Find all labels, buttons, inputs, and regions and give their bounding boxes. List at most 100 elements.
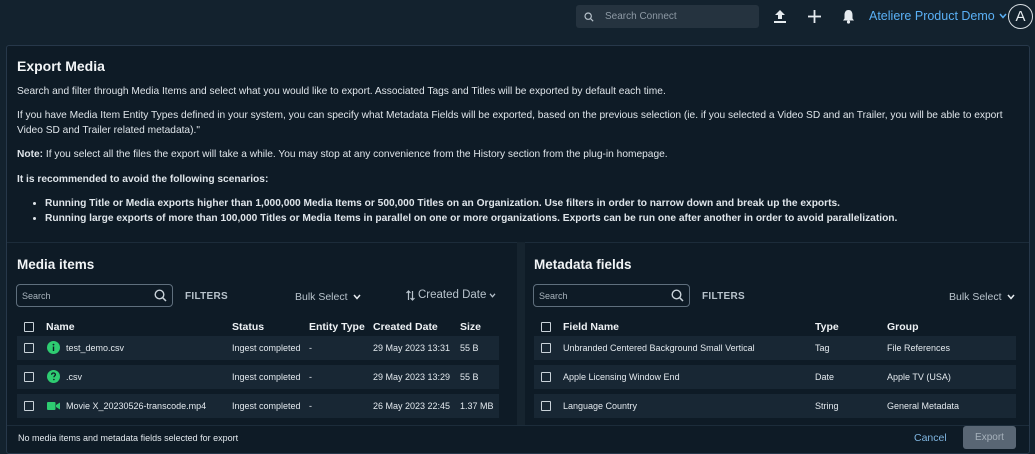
media-entity-type: -	[309, 401, 312, 411]
media-status: Ingest completed	[232, 372, 301, 382]
metadata-search-input[interactable]: Search	[533, 284, 690, 307]
global-search-input[interactable]: Search Connect	[576, 5, 759, 28]
top-bar: Search Connect Ateliere Product Demo A	[0, 0, 1035, 34]
cancel-button[interactable]: Cancel	[914, 432, 947, 444]
add-icon[interactable]	[804, 6, 824, 26]
media-status: Ingest completed	[232, 401, 301, 411]
org-name: Ateliere Product Demo	[869, 9, 995, 23]
metadata-fields-title: Metadata fields	[534, 257, 632, 272]
media-bulk-select-label: Bulk Select	[295, 291, 348, 303]
media-size: 1.37 MB	[460, 401, 494, 411]
scenario-item: Running Title or Media exports higher th…	[45, 196, 897, 211]
metadata-bulk-select[interactable]: Bulk Select	[949, 291, 1015, 303]
row-checkbox[interactable]	[24, 372, 34, 382]
metadata-table-header: Field Name Type Group	[534, 319, 1016, 337]
bell-icon[interactable]	[838, 6, 858, 26]
metadata-filters-button[interactable]: FILTERS	[702, 291, 745, 302]
metadata-paragraph-line1: If you have Media Item Entity Types defi…	[17, 110, 1003, 121]
search-icon	[154, 289, 167, 302]
row-checkbox[interactable]	[541, 343, 551, 353]
intro-paragraph: Search and filter through Media Items an…	[17, 86, 666, 97]
field-type: String	[815, 401, 839, 411]
question-icon	[47, 370, 60, 383]
row-checkbox[interactable]	[24, 343, 34, 353]
media-entity-type: -	[309, 372, 312, 382]
column-header: Name	[46, 321, 75, 333]
org-switcher[interactable]: Ateliere Product Demo	[869, 9, 1007, 23]
media-search-placeholder: Search	[22, 290, 51, 301]
field-group: Apple TV (USA)	[887, 372, 951, 382]
chevron-down-icon	[489, 292, 496, 298]
media-table-header: Name Status Entity Type Created Date Siz…	[17, 319, 499, 337]
field-type: Tag	[815, 343, 830, 353]
note-label: Note:	[17, 149, 44, 160]
global-search-placeholder: Search Connect	[605, 11, 677, 22]
sort-created-date[interactable]: Created Date	[406, 289, 496, 301]
metadata-search-placeholder: Search	[539, 290, 568, 301]
media-entity-type: -	[309, 343, 312, 353]
video-icon	[47, 402, 60, 410]
export-media-modal: Export Media Search and filter through M…	[6, 45, 1030, 454]
table-row[interactable]: Language Country String General Metadata	[534, 394, 1016, 418]
table-row[interactable]: .csv Ingest completed - 29 May 2023 13:2…	[17, 365, 499, 389]
media-created-date: 29 May 2023 13:29	[373, 372, 451, 382]
field-name: Language Country	[563, 401, 638, 411]
info-icon	[47, 341, 60, 354]
metadata-paragraph-line2: Video SD and Trailer related metadata)."	[17, 125, 200, 136]
recommendation-heading: It is recommended to avoid the following…	[17, 174, 269, 185]
column-header: Type	[815, 321, 839, 333]
table-row[interactable]: test_demo.csv Ingest completed - 29 May …	[17, 336, 499, 360]
sort-icon	[406, 289, 415, 301]
media-name: test_demo.csv	[66, 343, 125, 353]
row-checkbox[interactable]	[541, 372, 551, 382]
panel-divider	[517, 242, 525, 425]
row-checkbox[interactable]	[541, 401, 551, 411]
search-icon	[584, 11, 594, 22]
media-size: 55 B	[460, 372, 479, 382]
search-icon	[671, 289, 684, 302]
footer-divider	[7, 425, 1029, 426]
field-group: General Metadata	[887, 401, 960, 411]
sort-label: Created Date	[418, 289, 487, 301]
media-items-title: Media items	[17, 257, 95, 272]
media-search-input[interactable]: Search	[16, 284, 173, 307]
field-name: Apple Licensing Window End	[563, 372, 680, 382]
column-header: Field Name	[563, 321, 620, 333]
metadata-bulk-select-label: Bulk Select	[949, 291, 1002, 303]
upload-icon[interactable]	[770, 6, 790, 26]
metadata-select-all-checkbox[interactable]	[541, 322, 551, 332]
note-text: If you select all the files the export w…	[43, 149, 668, 160]
column-header: Entity Type	[309, 321, 365, 333]
table-row[interactable]: Movie X_20230526-transcode.mp4 Ingest co…	[17, 394, 499, 418]
media-bulk-select[interactable]: Bulk Select	[295, 291, 361, 303]
media-filters-button[interactable]: FILTERS	[185, 291, 228, 302]
export-button[interactable]: Export	[963, 426, 1016, 449]
metadata-paragraph: If you have Media Item Entity Types defi…	[17, 108, 1017, 138]
chevron-down-icon	[352, 294, 361, 300]
column-header: Group	[887, 321, 919, 333]
field-name: Unbranded Centered Background Small Vert…	[563, 343, 755, 353]
media-created-date: 29 May 2023 13:31	[373, 343, 451, 353]
column-header: Status	[232, 321, 265, 333]
media-created-date: 26 May 2023 22:45	[373, 401, 451, 411]
media-size: 55 B	[460, 343, 479, 353]
selection-status: No media items and metadata fields selec…	[18, 433, 239, 443]
table-row[interactable]: Apple Licensing Window End Date Apple TV…	[534, 365, 1016, 389]
field-group: File References	[887, 343, 951, 353]
chevron-down-icon	[1006, 294, 1015, 300]
table-row[interactable]: Unbranded Centered Background Small Vert…	[534, 336, 1016, 360]
scenario-item: Running large exports of more than 100,0…	[45, 211, 897, 226]
media-name: Movie X_20230526-transcode.mp4	[66, 401, 207, 411]
row-checkbox[interactable]	[24, 401, 34, 411]
media-status: Ingest completed	[232, 343, 301, 353]
media-select-all-checkbox[interactable]	[24, 322, 34, 332]
avatar[interactable]: A	[1008, 4, 1033, 29]
modal-title: Export Media	[17, 58, 105, 74]
note-paragraph: Note: If you select all the files the ex…	[17, 147, 1017, 162]
field-type: Date	[815, 372, 835, 382]
media-name: .csv	[66, 372, 83, 382]
chevron-down-icon	[999, 13, 1007, 19]
column-header: Created Date	[373, 321, 438, 333]
scenario-list: Running Title or Media exports higher th…	[35, 196, 897, 226]
column-header: Size	[460, 321, 482, 333]
